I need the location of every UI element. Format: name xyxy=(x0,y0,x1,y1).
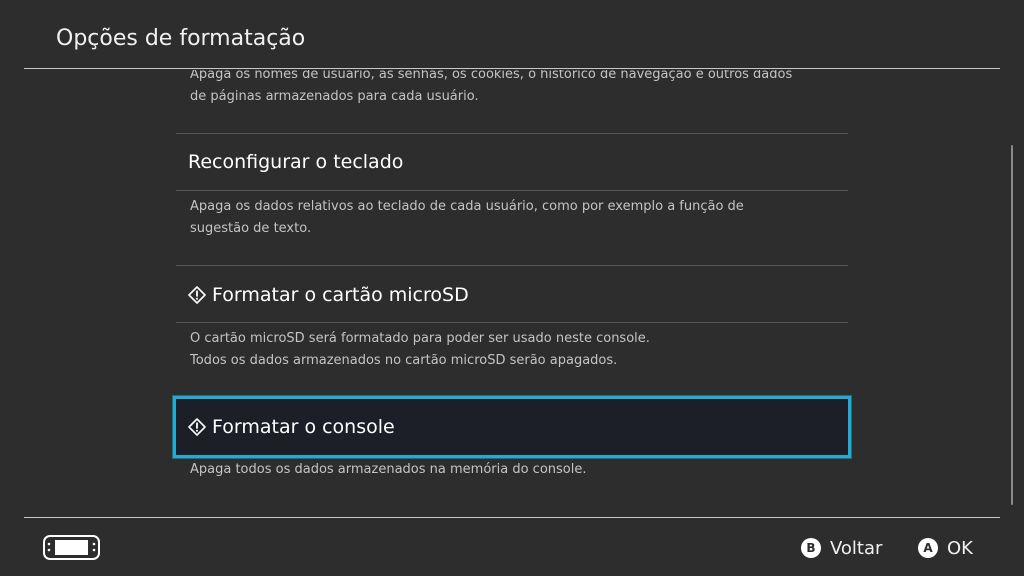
description-line: O cartão microSD será formatado para pod… xyxy=(190,331,650,346)
ok-label: OK xyxy=(947,537,973,559)
option-format-microsd[interactable]: Formatar o cartão microSD xyxy=(176,267,848,323)
option-divider xyxy=(176,322,848,323)
scrollbar[interactable] xyxy=(1011,145,1013,505)
option-divider xyxy=(176,265,848,266)
back-label: Voltar xyxy=(830,537,883,559)
handheld-console-icon xyxy=(43,535,100,560)
option-format-console[interactable]: Formatar o console xyxy=(173,396,851,458)
option-divider xyxy=(176,190,848,191)
option-label: Formatar o console xyxy=(212,416,395,438)
warning-icon xyxy=(188,286,206,304)
footer-divider xyxy=(24,517,1000,518)
back-button[interactable]: B Voltar xyxy=(801,536,882,560)
option-description-clear-browser: Apaga os nomes de usuário, as senhas, os… xyxy=(190,70,830,108)
option-label: Formatar o cartão microSD xyxy=(212,284,469,306)
a-button-icon: A xyxy=(918,538,938,558)
option-description-format-console: Apaga todos os dados armazenados na memó… xyxy=(190,459,830,481)
option-reset-keyboard[interactable]: Reconfigurar o teclado xyxy=(176,134,848,190)
description-line: Todos os dados armazenados no cartão mic… xyxy=(190,353,618,368)
options-list[interactable]: Apaga os nomes de usuário, as senhas, os… xyxy=(0,70,1024,517)
header-divider xyxy=(24,68,1000,69)
format-options-screen: Opções de formatação Apaga os nomes de u… xyxy=(0,0,1024,576)
b-button-icon: B xyxy=(801,538,821,558)
option-description-reset-keyboard: Apaga os dados relativos ao teclado de c… xyxy=(190,196,830,240)
description-line: Apaga os dados relativos ao teclado de c… xyxy=(190,199,744,214)
ok-button[interactable]: A OK xyxy=(918,536,973,560)
option-description-format-microsd: O cartão microSD será formatado para pod… xyxy=(190,328,830,372)
page-title: Opções de formatação xyxy=(56,26,306,51)
option-label: Reconfigurar o teclado xyxy=(188,151,404,173)
description-line: de páginas armazenados para cada usuário… xyxy=(190,89,479,104)
description-line: Apaga os nomes de usuário, as senhas, os… xyxy=(190,70,793,82)
description-line: Apaga todos os dados armazenados na memó… xyxy=(190,462,587,477)
description-line: sugestão de texto. xyxy=(190,221,312,236)
warning-icon xyxy=(188,418,206,436)
